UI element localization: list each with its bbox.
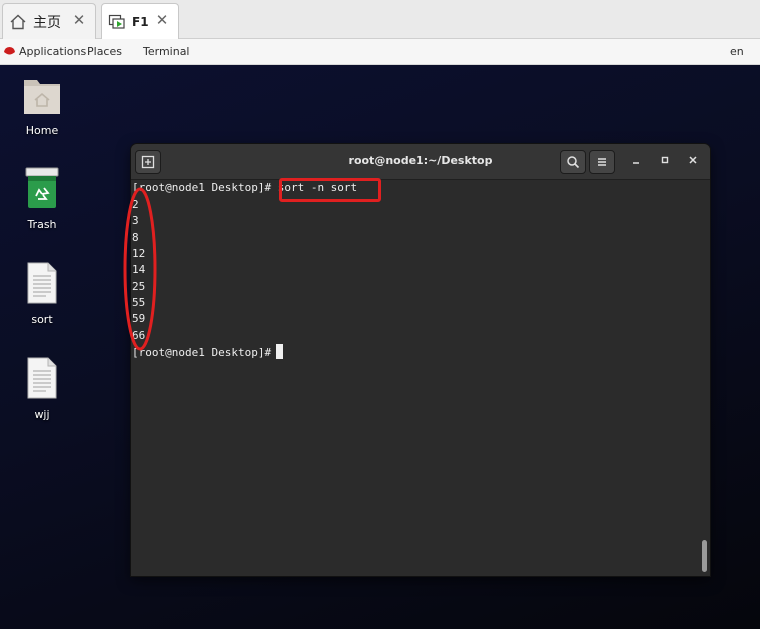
places-menu[interactable]: Places <box>87 45 122 58</box>
terminal-app-menu[interactable]: Terminal <box>143 45 190 58</box>
tab-home[interactable]: 主页 ✕ <box>2 3 96 39</box>
trash-icon <box>25 167 59 208</box>
tab-f1[interactable]: F1 ✕ <box>101 3 179 39</box>
desktop-icon-label: wjj <box>34 408 50 421</box>
terminal-window: root@node1:~/Desktop [root@node1 Desktop… <box>131 144 710 576</box>
language-indicator[interactable]: en <box>730 45 744 58</box>
desktop-icon-label: Home <box>25 124 59 137</box>
search-icon <box>567 156 580 169</box>
scrollbar-thumb[interactable] <box>702 540 707 572</box>
desktop-icon-label: Trash <box>27 218 57 231</box>
close-icon <box>689 156 697 164</box>
text-file-icon <box>27 262 57 304</box>
terminal-title: root@node1:~/Desktop <box>348 154 493 167</box>
gnome-top-bar: Applications Places Terminal en <box>0 39 760 65</box>
maximize-button[interactable] <box>657 153 673 169</box>
home-icon <box>9 13 27 31</box>
minimize-icon <box>633 162 639 164</box>
close-button[interactable] <box>685 153 701 169</box>
terminal-scrollbar[interactable] <box>699 180 710 576</box>
applications-menu[interactable]: Applications <box>19 45 86 58</box>
search-button[interactable] <box>560 150 586 174</box>
redhat-icon <box>3 45 16 59</box>
outer-tab-bar: 主页 ✕ F1 ✕ <box>0 0 760 39</box>
terminal-headerbar: root@node1:~/Desktop <box>131 144 710 180</box>
desktop-icon-label: sort <box>31 313 53 326</box>
text-cursor <box>276 344 284 359</box>
tab-f1-label: F1 <box>132 14 149 29</box>
tab-home-label: 主页 <box>33 14 61 31</box>
maximize-icon <box>661 156 669 164</box>
hamburger-menu-button[interactable] <box>589 150 615 174</box>
hamburger-menu-icon <box>598 158 606 166</box>
minimize-button[interactable] <box>628 153 644 169</box>
close-icon[interactable]: ✕ <box>154 12 170 28</box>
home-folder-icon <box>24 80 60 114</box>
annotation-output-ellipse <box>123 187 157 351</box>
terminal-output[interactable]: [root@node1 Desktop]# sort -n sort 2 3 8… <box>131 180 699 576</box>
close-icon[interactable]: ✕ <box>71 12 87 28</box>
desktop-icon-sort[interactable]: sort <box>7 261 77 326</box>
text-file-icon <box>27 357 57 399</box>
annotation-command-highlight <box>279 178 381 202</box>
desktop-icon-wjj[interactable]: wjj <box>7 356 77 421</box>
desktop-icon-trash[interactable]: Trash <box>7 166 77 231</box>
desktop-icon-home[interactable]: Home <box>7 74 77 137</box>
vm-console-icon <box>108 13 126 31</box>
